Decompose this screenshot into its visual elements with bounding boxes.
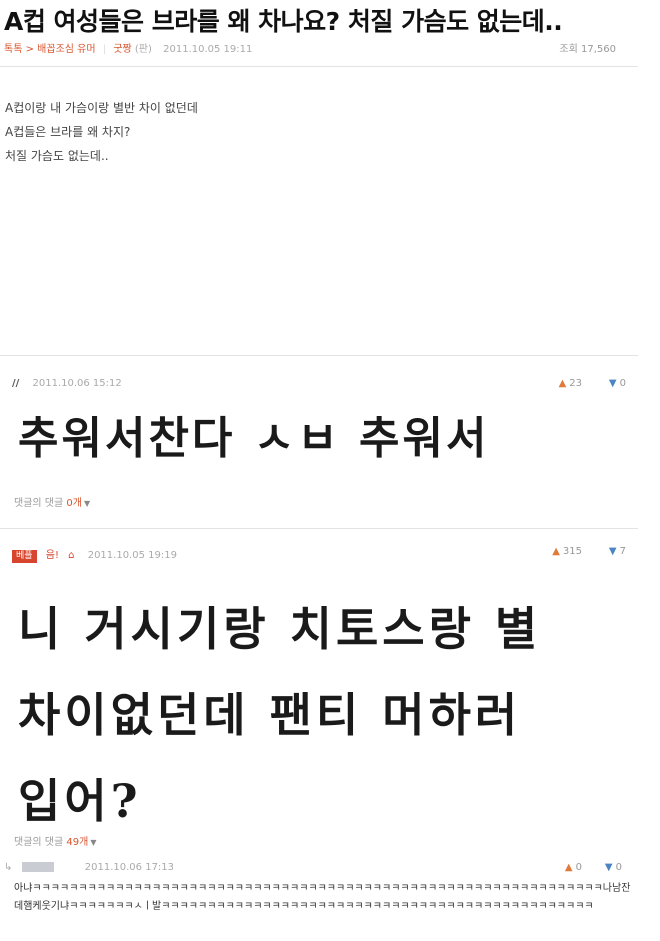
replies-toggle[interactable]: 댓글의 댓글 0개 ▼ <box>14 494 90 509</box>
post-body-line: 처질 가슴도 없는데.. <box>5 149 109 163</box>
divider <box>0 528 638 529</box>
divider <box>0 355 638 356</box>
post-body-line: A컵이랑 내 가슴이랑 별반 차이 없던데 <box>5 101 198 115</box>
caret-down-icon: ▼ <box>83 499 91 508</box>
reply-meta: ↳ 2011.10.06 17:13 ▲ 0 ▼ 0 <box>4 862 638 878</box>
comment-text: 추워서찬다 ㅅㅂ 추워서 <box>18 413 490 464</box>
post-page: A컵 여성들은 브라를 왜 차나요? 처질 가슴도 없는데.. 톡톡 > 배꼽조… <box>0 0 660 941</box>
post-meta: 톡톡 > 배꼽조심 유머 | 굿짱 (판) 2011.10.05 19:11 조… <box>4 40 638 56</box>
comment-author[interactable]: 음! <box>46 550 59 561</box>
upvote-count: 315 <box>562 546 582 557</box>
home-icon[interactable]: ⌂ <box>68 550 74 561</box>
comment-meta: // 2011.10.06 15:12 ▲ 23 ▼ 0 <box>12 378 628 394</box>
replies-count: 0개 <box>66 498 82 509</box>
thumb-up-icon: ▲ <box>564 862 573 873</box>
reply-text: 아냐ㅋㅋㅋㅋㅋㅋㅋㅋㅋㅋㅋㅋㅋㅋㅋㅋㅋㅋㅋㅋㅋㅋㅋㅋㅋㅋㅋㅋㅋㅋㅋㅋㅋㅋㅋㅋㅋㅋ… <box>14 883 631 912</box>
post-body-line: A컵들은 브라를 왜 차지? <box>5 125 131 139</box>
caret-down-icon: ▼ <box>90 838 97 847</box>
post-date: 2011.10.05 19:11 <box>163 44 253 55</box>
thumb-down-icon: ▼ <box>608 378 617 389</box>
post-author[interactable]: 굿짱 <box>113 44 131 55</box>
comment-text-line: 입어? <box>18 774 142 828</box>
replies-label: 댓글의 댓글 <box>14 837 64 848</box>
upvote-count: 0 <box>575 862 582 873</box>
comment-text: 니 거시기랑 치토스랑 별 차이없던데 팬티 머하러 입어? <box>18 586 541 844</box>
upvote-count: 23 <box>569 378 582 389</box>
breadcrumb-category[interactable]: 배꼽조심 유머 <box>37 44 95 55</box>
meta-divider: | <box>102 44 107 55</box>
thumb-down-icon: ▼ <box>608 546 617 557</box>
view-count: 조회 17,560 <box>559 44 616 55</box>
upvote-button[interactable]: ▲ 0 <box>565 862 582 873</box>
replies-count: 49개 <box>66 837 89 848</box>
downvote-count: 0 <box>619 378 626 389</box>
downvote-count: 0 <box>615 862 622 873</box>
thumb-up-icon: ▲ <box>552 546 560 557</box>
best-comment-badge: 베플 <box>12 550 37 563</box>
post-body: A컵이랑 내 가슴이랑 별반 차이 없던데 A컵들은 브라를 왜 차지? 처질 … <box>5 96 198 168</box>
breadcrumb-separator: > <box>25 44 34 55</box>
downvote-button[interactable]: ▼ 7 <box>609 546 626 557</box>
divider <box>0 66 638 67</box>
comment-text-line: 차이없던데 팬티 머하러 <box>18 688 522 742</box>
comment-author[interactable]: // <box>12 378 19 389</box>
downvote-button[interactable]: ▼ 0 <box>605 862 622 873</box>
downvote-button[interactable]: ▼ 0 <box>609 378 626 389</box>
thumb-up-icon: ▲ <box>558 378 567 389</box>
downvote-count: 7 <box>619 546 626 557</box>
post-author-tag: (판) <box>134 44 152 55</box>
comment-date: 2011.10.06 15:12 <box>32 378 122 389</box>
thumb-down-icon: ▼ <box>604 862 613 873</box>
comment-text-line: 니 거시기랑 치토스랑 별 <box>18 602 542 656</box>
post-title: A컵 여성들은 브라를 왜 차나요? 처질 가슴도 없는데.. <box>4 7 563 36</box>
replies-toggle[interactable]: 댓글의 댓글 49개 ▼ <box>14 833 96 848</box>
comment-meta: 베플 음! ⌂ 2011.10.05 19:19 ▲ 315 ▼ 7 <box>12 546 628 563</box>
upvote-button[interactable]: ▲ 315 <box>552 546 582 557</box>
replies-label: 댓글의 댓글 <box>14 498 64 509</box>
upvote-button[interactable]: ▲ 23 <box>559 378 582 389</box>
breadcrumb-board[interactable]: 톡톡 <box>4 44 22 55</box>
comment-date: 2011.10.05 19:19 <box>87 550 177 561</box>
